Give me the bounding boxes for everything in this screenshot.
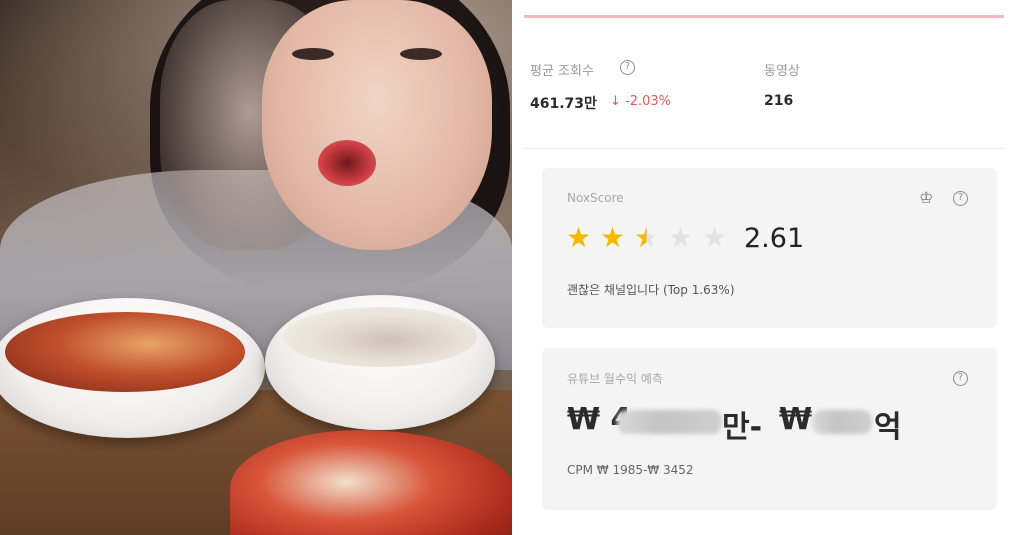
redacted-low-value: [617, 410, 722, 434]
avg-views-label: 평균 조회수: [530, 64, 594, 79]
noxscore-title: NoxScore: [567, 191, 624, 205]
videos-value: 216: [764, 93, 794, 109]
revenue-low-suffix: 만-: [722, 410, 763, 445]
noxscore-description: 괜찮은 채널입니다 (Top 1.63%): [567, 283, 735, 297]
right-eye: [400, 48, 442, 60]
noxscore-card: NoxScore ♔ ? ★ ★ ★ ★ ★ 2.61 괜찮은 채널입니다 (Top 1…: [542, 168, 997, 328]
avg-views-change: ↓ -2.03%: [610, 94, 672, 109]
star-rating: ★ ★ ★ ★ ★: [566, 224, 736, 254]
help-icon[interactable]: ?: [620, 60, 635, 75]
revenue-high-prefix: ₩: [779, 402, 813, 437]
star-icon: ★: [702, 221, 728, 254]
star-icon: ★: [566, 221, 592, 254]
star-icon: ★: [600, 221, 626, 254]
videos-label: 동영상: [764, 64, 800, 79]
revenue-title: 유튜브 월수익 예측: [567, 372, 663, 386]
revenue-card: 유튜브 월수익 예측 ? ₩ 4 만- ₩ 억 CPM ₩ 1985-₩ 345…: [542, 348, 997, 510]
left-bowl: [0, 298, 265, 438]
right-bowl: [265, 295, 495, 430]
cpm-range: CPM ₩ 1985-₩ 3452: [567, 463, 694, 477]
revenue-high-suffix: 억: [874, 410, 902, 445]
crown-icon[interactable]: ♔: [919, 188, 933, 207]
noxscore-value: 2.61: [744, 223, 805, 254]
channel-stats-panel: 평균 조회수 ? 461.73만 ↓ -2.03% 동영상 216 NoxSco…: [512, 0, 1024, 535]
redacted-high-value: [812, 410, 872, 434]
star-icon: ★: [634, 221, 660, 254]
stew: [5, 312, 245, 392]
left-eye: [292, 48, 334, 60]
help-icon[interactable]: ?: [953, 371, 968, 386]
face: [262, 0, 492, 250]
divider: [524, 148, 1004, 149]
lips: [318, 140, 376, 186]
rice: [283, 307, 477, 367]
avg-views-value: 461.73만: [530, 96, 597, 112]
accent-line: [524, 15, 1004, 18]
help-icon[interactable]: ?: [953, 191, 968, 206]
star-icon: ★: [668, 221, 694, 254]
mukbang-photo: [0, 0, 512, 535]
